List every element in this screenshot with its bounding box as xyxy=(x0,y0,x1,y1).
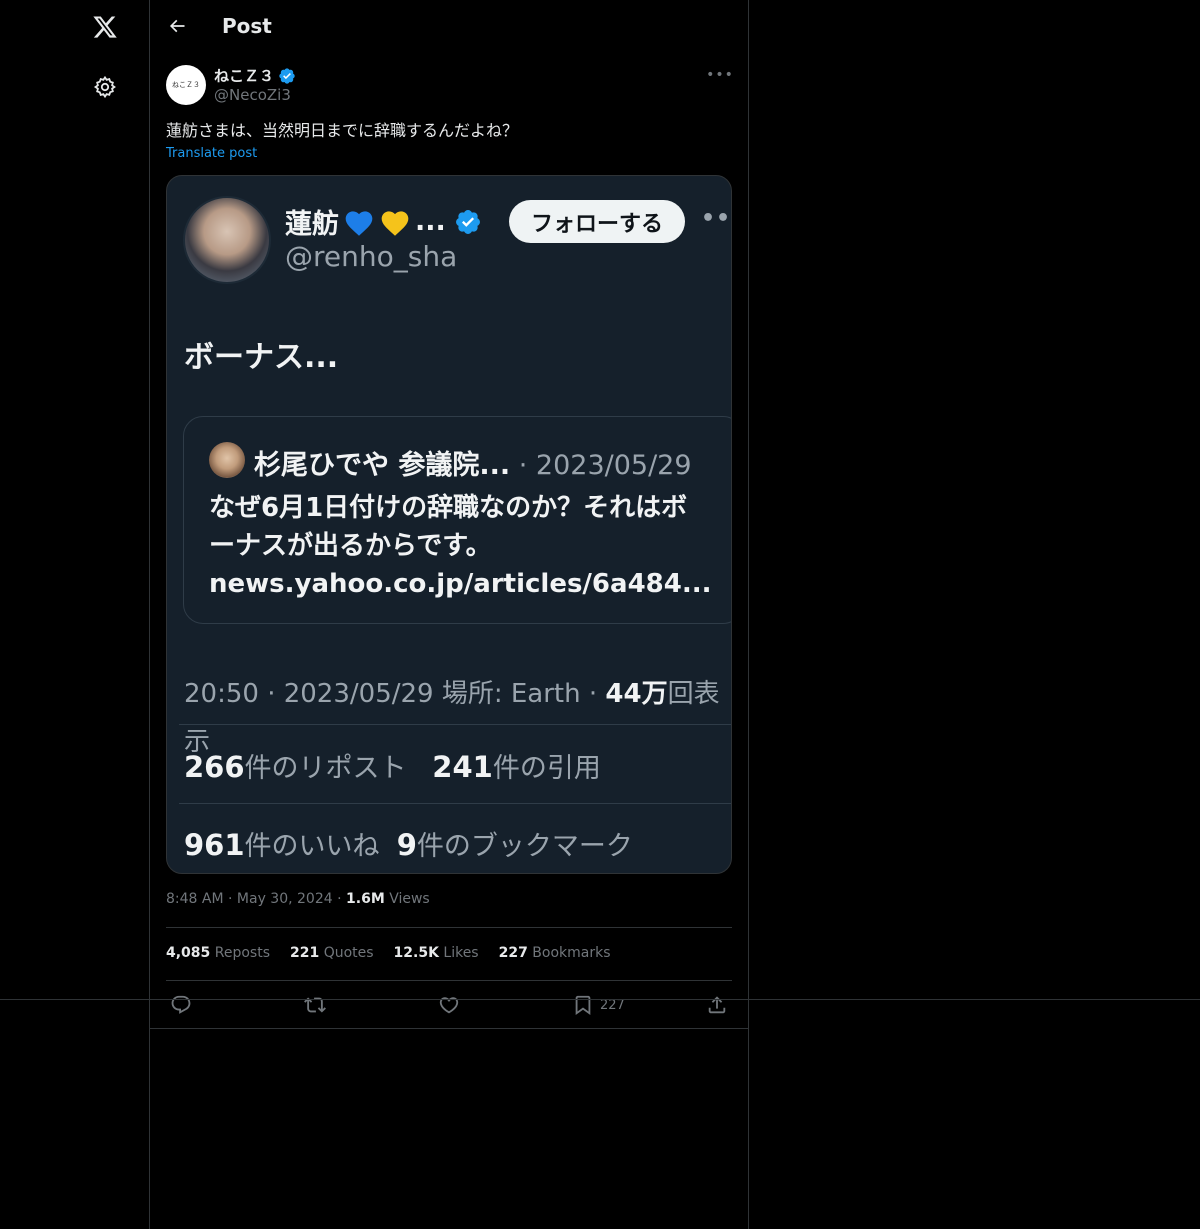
quotes-count: 221 xyxy=(290,945,320,961)
divider xyxy=(166,980,732,981)
blue-heart-icon xyxy=(345,210,373,236)
header: Post xyxy=(150,0,748,53)
author-handle[interactable]: @NecoZi3 xyxy=(214,86,291,104)
like-button[interactable] xyxy=(438,992,460,1018)
bookmark-icon xyxy=(575,995,591,1016)
embedded-quotes-label: 件の引用 xyxy=(492,753,601,784)
repost-icon xyxy=(304,997,326,1013)
embedded-name-row: 蓮舫 ... xyxy=(285,202,482,241)
engagement-counts: 4,085 Reposts 221 Quotes 12.5K Likes 227… xyxy=(166,945,611,961)
post-detail-column: Post ねこＺ３ ねこＺ３ @NecoZi3 ••• 蓮舫さまは、当然明日まで… xyxy=(150,0,748,1229)
embedded-bookmarks-count: 9 xyxy=(396,828,417,862)
reposts-count: 4,085 xyxy=(166,945,211,961)
embedded-follow-button: フォローする xyxy=(509,200,685,243)
x-logo-icon xyxy=(93,16,117,38)
embedded-name-ellipsis: ... xyxy=(415,206,446,237)
left-nav xyxy=(0,0,149,1229)
share-icon xyxy=(708,996,726,1014)
embedded-body: ボーナス... xyxy=(184,340,339,375)
quotes-label: Quotes xyxy=(323,945,374,961)
quote-name: 杉尾ひでや 参議院... xyxy=(254,450,511,481)
embedded-divider xyxy=(179,724,731,725)
quote-header: 杉尾ひでや 参議院... · 2023/05/29 xyxy=(254,443,692,482)
like-icon xyxy=(439,997,459,1014)
quote-avatar xyxy=(209,442,245,478)
embedded-likes-count: 961 xyxy=(184,828,245,862)
repost-button[interactable] xyxy=(304,992,326,1018)
embedded-meta-prefix: 20:50 · 2023/05/29 場所: Earth · xyxy=(184,679,606,709)
likes-count-link[interactable]: 12.5K Likes xyxy=(394,945,479,961)
embedded-quotes-count: 241 xyxy=(432,750,493,784)
views-label: Views xyxy=(389,891,430,907)
verified-badge-icon[interactable] xyxy=(278,67,296,85)
quote-link: news.yahoo.co.jp/articles/6a484... xyxy=(209,569,712,599)
share-button[interactable] xyxy=(706,992,728,1018)
back-arrow-icon xyxy=(169,19,185,33)
bookmarks-label: Bookmarks xyxy=(532,945,611,961)
bookmark-button[interactable]: 227 xyxy=(572,992,625,1018)
reposts-count-link[interactable]: 4,085 Reposts xyxy=(166,945,270,961)
post-timestamp: 8:48 AM · May 30, 2024 · 1.6M Views xyxy=(166,891,430,907)
embedded-divider xyxy=(179,803,731,804)
quote-text: なぜ6月1日付けの辞職なのか？それはボ ーナスが出るからです。 news.yah… xyxy=(209,489,729,603)
column-divider-right xyxy=(748,0,749,1229)
quotes-count-link[interactable]: 221 Quotes xyxy=(290,945,374,961)
avatar[interactable]: ねこＺ３ xyxy=(166,65,206,105)
embedded-bookmarks-label: 件のブックマーク xyxy=(416,831,633,862)
likes-label: Likes xyxy=(443,945,479,961)
more-icon: ••• xyxy=(706,67,734,83)
quote-text-line: ーナスが出るからです。 xyxy=(209,531,492,561)
translate-post-link[interactable]: Translate post xyxy=(166,146,257,161)
bookmarks-count-link[interactable]: 227 Bookmarks xyxy=(499,945,611,961)
author-name[interactable]: ねこＺ３ xyxy=(214,65,274,86)
gear-icon xyxy=(93,75,116,99)
views-count: 1.6M xyxy=(346,891,385,907)
page-title: Post xyxy=(222,14,272,38)
overlay-line xyxy=(0,999,1200,1000)
embedded-handle: @renho_sha xyxy=(285,240,458,273)
quote-date: · 2023/05/29 xyxy=(510,450,692,481)
post-image[interactable]: 蓮舫 ... @renho_sha フォローする ••• ボーナス... 杉尾ひ… xyxy=(166,175,732,874)
more-button[interactable]: ••• xyxy=(706,64,734,86)
embedded-more-icon: ••• xyxy=(701,206,732,231)
x-logo-button[interactable] xyxy=(83,5,127,49)
embedded-quote: 杉尾ひでや 参議院... · 2023/05/29 なぜ6月1日付けの辞職なのか… xyxy=(183,416,731,624)
embedded-verified-icon xyxy=(455,209,480,234)
action-bar: 227 xyxy=(166,992,732,1018)
post-text: 蓮舫さまは、当然明日までに辞職するんだよね？ xyxy=(166,121,519,140)
embedded-reposts-label: 件のリポスト xyxy=(244,753,407,784)
post-date[interactable]: May 30, 2024 xyxy=(237,891,333,907)
reposts-label: Reposts xyxy=(214,945,270,961)
bookmarks-count: 227 xyxy=(498,945,528,961)
embedded-views-count: 44万 xyxy=(605,679,668,709)
embedded-likes-label: 件のいいね xyxy=(244,831,380,862)
likes-count: 12.5K xyxy=(393,945,439,961)
back-button[interactable] xyxy=(160,9,194,43)
reply-icon xyxy=(171,995,191,1014)
post-author: ねこＺ３ ねこＺ３ @NecoZi3 ••• xyxy=(166,64,734,108)
embedded-stats-row1: 266件のリポスト 241件の引用 xyxy=(184,746,601,785)
reply-button[interactable] xyxy=(170,992,192,1018)
post-time[interactable]: 8:48 AM xyxy=(166,891,224,907)
avatar-label: ねこＺ３ xyxy=(172,81,200,89)
embedded-reposts-count: 266 xyxy=(184,750,245,784)
embedded-name: 蓮舫 xyxy=(285,209,339,240)
divider xyxy=(166,927,732,928)
divider xyxy=(150,1028,748,1029)
embedded-avatar xyxy=(183,196,271,284)
author-name-row: ねこＺ３ xyxy=(214,65,296,86)
yellow-heart-icon xyxy=(381,210,409,236)
quote-text-line: なぜ6月1日付けの辞職なのか？それはボ xyxy=(209,493,688,523)
embedded-stats-row2: 961件のいいね 9件のブックマーク xyxy=(184,824,633,863)
settings-button[interactable] xyxy=(83,65,127,109)
